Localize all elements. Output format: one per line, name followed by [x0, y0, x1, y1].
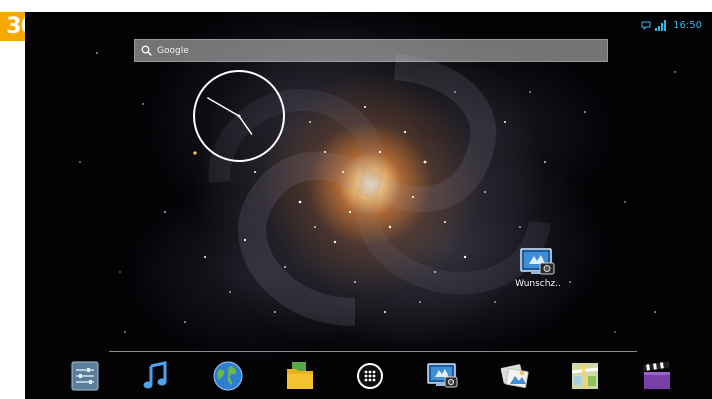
gallery-icon[interactable]	[498, 360, 530, 392]
globe-icon[interactable]	[212, 360, 244, 392]
folder-icon[interactable]	[284, 360, 316, 392]
wunschzettel-app-icon[interactable]	[426, 360, 458, 392]
search-icon	[141, 45, 152, 56]
dock-divider	[109, 351, 637, 352]
wunschzettel-app-icon	[520, 248, 555, 275]
android-home-screen: 16:50 Google Wunschz..	[25, 12, 712, 399]
search-label: Google	[157, 45, 189, 56]
app-drawer-icon[interactable]	[354, 360, 386, 392]
notification-icon[interactable]	[641, 20, 651, 30]
music-note-icon[interactable]	[139, 360, 171, 392]
desktop-shortcut-wunschzettel[interactable]: Wunschz..	[509, 246, 567, 289]
clapperboard-icon[interactable]	[641, 360, 673, 392]
analog-clock-widget[interactable]	[192, 69, 286, 163]
shortcut-label: Wunschz..	[515, 279, 561, 289]
app-dock	[25, 356, 712, 399]
status-clock: 16:50	[673, 19, 702, 31]
galaxy-wallpaper	[79, 52, 676, 333]
status-bar: 16:50	[641, 18, 702, 32]
map-icon[interactable]	[569, 360, 601, 392]
settings-sliders-icon[interactable]	[69, 360, 101, 392]
google-search-bar[interactable]: Google	[134, 39, 608, 62]
signal-icon	[655, 19, 667, 31]
